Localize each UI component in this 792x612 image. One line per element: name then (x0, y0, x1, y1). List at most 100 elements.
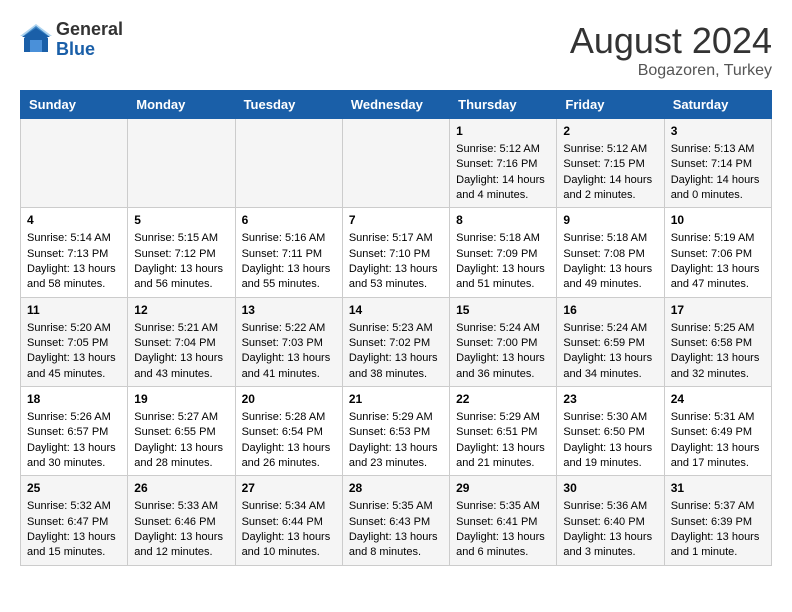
day-info: Sunrise: 5:27 AM (134, 410, 228, 425)
calendar-cell: 23 Sunrise: 5:30 AMSunset: 6:50 PMDayligh… (557, 387, 664, 476)
day-number: 15 (456, 302, 550, 319)
day-info: Sunrise: 5:36 AM (563, 499, 657, 514)
day-info: and 38 minutes. (349, 367, 443, 382)
calendar-cell: 13Sunrise: 5:22 AMSunset: 7:03 PMDayligh… (235, 297, 342, 386)
day-info: Sunset: 6:50 PM (563, 425, 657, 440)
day-number: 10 (671, 212, 765, 229)
day-info: Sunrise: 5:29 AM (349, 410, 443, 425)
day-info: and 43 minutes. (134, 367, 228, 382)
day-info: Sunrise: 5:14 AM (27, 231, 121, 246)
calendar-cell (21, 119, 128, 208)
calendar-cell: 3Sunrise: 5:13 AMSunset: 7:14 PMDaylight… (664, 119, 771, 208)
calendar-table: SundayMondayTuesdayWednesdayThursdayFrid… (20, 90, 772, 566)
day-info: and 49 minutes. (563, 277, 657, 292)
day-info: Sunset: 7:08 PM (563, 247, 657, 262)
calendar-cell: 26Sunrise: 5:33 AMSunset: 6:46 PMDayligh… (128, 476, 235, 565)
day-info: Daylight: 13 hours (134, 530, 228, 545)
day-number: 23 (563, 391, 657, 408)
day-number: 18 (27, 391, 121, 408)
day-info: Daylight: 13 hours (349, 530, 443, 545)
day-info: and 4 minutes. (456, 188, 550, 203)
day-info: and 23 minutes. (349, 456, 443, 471)
day-info: Sunrise: 5:18 AM (563, 231, 657, 246)
day-info: Sunrise: 5:25 AM (671, 321, 765, 336)
calendar-week-4: 25Sunrise: 5:32 AMSunset: 6:47 PMDayligh… (21, 476, 772, 565)
day-info: Daylight: 13 hours (242, 351, 336, 366)
day-info: and 15 minutes. (27, 545, 121, 560)
logo-general: General (56, 20, 123, 40)
day-number: 1 (456, 123, 550, 140)
day-info: Sunrise: 5:12 AM (456, 142, 550, 157)
col-header-sunday: Sunday (21, 91, 128, 119)
day-number: 24 (671, 391, 765, 408)
day-info: Daylight: 13 hours (456, 530, 550, 545)
day-info: Sunrise: 5:20 AM (27, 321, 121, 336)
col-header-thursday: Thursday (450, 91, 557, 119)
day-info: and 6 minutes. (456, 545, 550, 560)
calendar-cell: 18Sunrise: 5:26 AMSunset: 6:57 PMDayligh… (21, 387, 128, 476)
logo: General Blue (20, 20, 123, 60)
day-info: and 56 minutes. (134, 277, 228, 292)
day-info: and 34 minutes. (563, 367, 657, 382)
day-info: Sunset: 6:54 PM (242, 425, 336, 440)
day-info: and 0 minutes. (671, 188, 765, 203)
day-number: 29 (456, 480, 550, 497)
calendar-cell: 10 Sunrise: 5:19 AMSunset: 7:06 PMDayligh… (664, 208, 771, 297)
day-info: Sunrise: 5:35 AM (456, 499, 550, 514)
logo-blue: Blue (56, 40, 123, 60)
day-number: 12 (134, 302, 228, 319)
day-info: and 10 minutes. (242, 545, 336, 560)
day-info: Daylight: 13 hours (242, 530, 336, 545)
day-info: Sunset: 6:58 PM (671, 336, 765, 351)
calendar-cell: 7Sunrise: 5:17 AMSunset: 7:10 PMDaylight… (342, 208, 449, 297)
day-info: Daylight: 13 hours (456, 351, 550, 366)
col-header-monday: Monday (128, 91, 235, 119)
day-info: Sunset: 6:44 PM (242, 515, 336, 530)
day-info: Sunset: 6:57 PM (27, 425, 121, 440)
col-header-tuesday: Tuesday (235, 91, 342, 119)
day-info: Sunset: 7:14 PM (671, 157, 765, 172)
calendar-cell: 17Sunrise: 5:25 AMSunset: 6:58 PMDayligh… (664, 297, 771, 386)
day-info: Sunrise: 5:16 AM (242, 231, 336, 246)
day-info: Sunset: 6:43 PM (349, 515, 443, 530)
day-info: Daylight: 14 hours (456, 173, 550, 188)
calendar-cell: 24Sunrise: 5:31 AMSunset: 6:49 PMDayligh… (664, 387, 771, 476)
day-info: Sunrise: 5:12 AM (563, 142, 657, 157)
calendar-cell: 21Sunrise: 5:29 AMSunset: 6:53 PMDayligh… (342, 387, 449, 476)
day-info: Daylight: 13 hours (134, 262, 228, 277)
calendar-week-0: 1Sunrise: 5:12 AMSunset: 7:16 PMDaylight… (21, 119, 772, 208)
day-number: 28 (349, 480, 443, 497)
day-info: Sunrise: 5:17 AM (349, 231, 443, 246)
day-info: Daylight: 13 hours (349, 262, 443, 277)
calendar-cell: 12Sunrise: 5:21 AMSunset: 7:04 PMDayligh… (128, 297, 235, 386)
calendar-cell: 22Sunrise: 5:29 AMSunset: 6:51 PMDayligh… (450, 387, 557, 476)
day-info: Sunrise: 5:30 AM (563, 410, 657, 425)
day-info: and 1 minute. (671, 545, 765, 560)
calendar-week-3: 18Sunrise: 5:26 AMSunset: 6:57 PMDayligh… (21, 387, 772, 476)
day-info: Sunset: 7:05 PM (27, 336, 121, 351)
day-info: Sunrise: 5:29 AM (456, 410, 550, 425)
day-info: and 19 minutes. (563, 456, 657, 471)
day-number: 3 (671, 123, 765, 140)
day-info: Daylight: 13 hours (671, 441, 765, 456)
day-info: and 47 minutes. (671, 277, 765, 292)
location-subtitle: Bogazoren, Turkey (570, 62, 772, 80)
day-number: 22 (456, 391, 550, 408)
day-info: Daylight: 13 hours (671, 262, 765, 277)
day-info: Sunset: 7:12 PM (134, 247, 228, 262)
day-info: and 55 minutes. (242, 277, 336, 292)
day-info: Sunset: 6:40 PM (563, 515, 657, 530)
day-number: 19 (134, 391, 228, 408)
day-number: 26 (134, 480, 228, 497)
calendar-cell (235, 119, 342, 208)
col-header-friday: Friday (557, 91, 664, 119)
day-number: 17 (671, 302, 765, 319)
day-number: 13 (242, 302, 336, 319)
day-info: Daylight: 13 hours (349, 351, 443, 366)
day-info: Sunrise: 5:31 AM (671, 410, 765, 425)
day-info: Sunrise: 5:22 AM (242, 321, 336, 336)
day-info: Sunrise: 5:19 AM (671, 231, 765, 246)
day-number: 16 (563, 302, 657, 319)
day-info: Daylight: 13 hours (563, 441, 657, 456)
day-info: Sunset: 7:06 PM (671, 247, 765, 262)
